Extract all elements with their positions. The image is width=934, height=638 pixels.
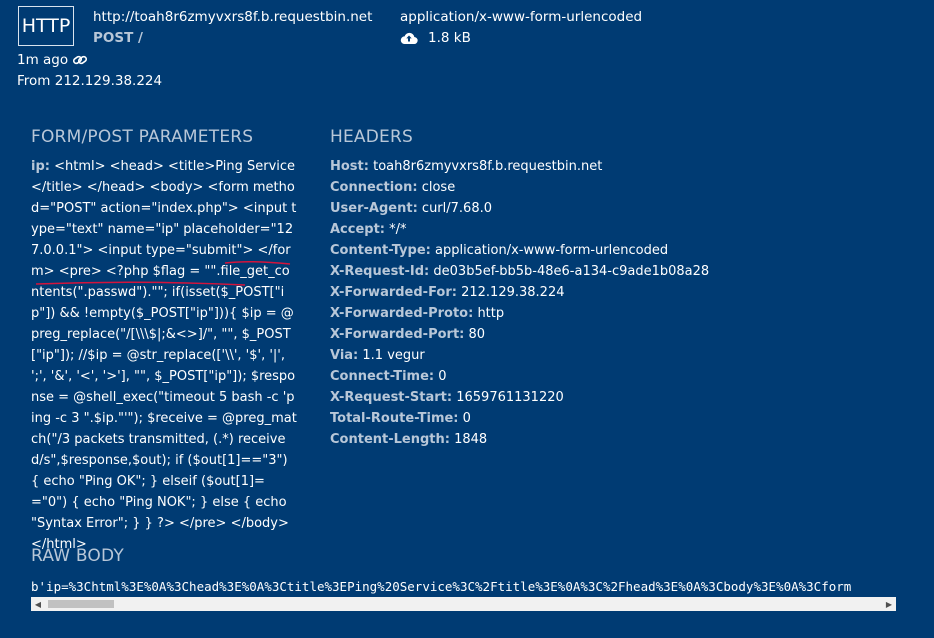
header-value: 80 <box>468 327 486 342</box>
header-key: X-Forwarded-Port: <box>330 327 465 342</box>
request-detail-page: HTTP http://toah8r6zmyvxrs8f.b.requestbi… <box>0 0 934 638</box>
raw-body: b'ip=%3Chtml%3E%0A%3Chead%3E%0A%3Ctitle%… <box>31 576 896 614</box>
header-row: X-Request-Id: de03b5ef-bb5b-48e6-a134-c9… <box>330 261 910 282</box>
header-value: 1848 <box>454 432 488 447</box>
scroll-right-arrow-icon[interactable]: ▶ <box>882 597 896 611</box>
header-value: de03b5ef-bb5b-48e6-a134-c9ade1b08a28 <box>433 264 710 279</box>
param-key: ip: <box>31 159 50 174</box>
cloud-upload-icon <box>400 31 418 45</box>
header-value: 0 <box>462 411 471 426</box>
header-key: User-Agent: <box>330 201 418 216</box>
header-key: Connection: <box>330 180 418 195</box>
form-params-body: ip: <html> <head> <title>Ping Service</t… <box>31 156 297 555</box>
header-key: Accept: <box>330 222 386 237</box>
header-value: 1.1 vegur <box>362 348 425 363</box>
header-value: close <box>421 180 456 195</box>
param-value: <html> <head> <title>Ping Service</title… <box>31 159 297 552</box>
method-label: POST <box>93 30 134 46</box>
header-row: X-Forwarded-For: 212.129.38.224 <box>330 282 910 303</box>
request-url[interactable]: http://toah8r6zmyvxrs8f.b.requestbin.net <box>93 9 372 25</box>
age-text: 1m ago <box>17 52 69 68</box>
header-key: Via: <box>330 348 359 363</box>
request-method: POST / <box>93 30 143 46</box>
http-badge: HTTP <box>18 6 74 46</box>
header-row: Total-Route-Time: 0 <box>330 408 910 429</box>
header-row: Content-Type: application/x-www-form-url… <box>330 240 910 261</box>
header-key: Content-Length: <box>330 432 450 447</box>
headers-heading: HEADERS <box>330 127 413 147</box>
scrollbar-thumb[interactable] <box>48 600 114 608</box>
header-key: X-Forwarded-Proto: <box>330 306 474 321</box>
content-type: application/x-www-form-urlencoded <box>400 9 643 25</box>
request-age: 1m ago <box>17 52 88 68</box>
header-row: Via: 1.1 vegur <box>330 345 910 366</box>
header-row: Accept: */* <box>330 219 910 240</box>
header-row: Connection: close <box>330 177 910 198</box>
request-source-ip: From 212.129.38.224 <box>17 73 163 89</box>
raw-body-text: b'ip=%3Chtml%3E%0A%3Chead%3E%0A%3Ctitle%… <box>31 579 852 594</box>
request-path: / <box>138 30 143 46</box>
horizontal-scrollbar[interactable]: ◀ ▶ <box>31 597 896 611</box>
header-value: curl/7.68.0 <box>421 201 492 216</box>
header-value: application/x-www-form-urlencoded <box>434 243 669 258</box>
header-row: Content-Length: 1848 <box>330 429 910 450</box>
header-row: Connect-Time: 0 <box>330 366 910 387</box>
header-row: X-Forwarded-Port: 80 <box>330 324 910 345</box>
request-size: 1.8 kB <box>400 30 471 46</box>
header-row: Host: toah8r6zmyvxrs8f.b.requestbin.net <box>330 156 910 177</box>
header-key: Connect-Time: <box>330 369 435 384</box>
size-value: 1.8 kB <box>428 30 471 46</box>
header-key: X-Forwarded-For: <box>330 285 457 300</box>
header-key: X-Request-Id: <box>330 264 430 279</box>
header-value: */* <box>389 222 407 237</box>
header-value: 0 <box>438 369 447 384</box>
header-key: Content-Type: <box>330 243 431 258</box>
header-value: toah8r6zmyvxrs8f.b.requestbin.net <box>373 159 603 174</box>
link-icon[interactable] <box>72 53 88 67</box>
header-row: User-Agent: curl/7.68.0 <box>330 198 910 219</box>
header-key: X-Request-Start: <box>330 390 453 405</box>
form-params-heading: FORM/POST PARAMETERS <box>31 127 254 147</box>
header-key: Total-Route-Time: <box>330 411 459 426</box>
raw-body-heading: RAW BODY <box>31 546 124 566</box>
headers-list: Host: toah8r6zmyvxrs8f.b.requestbin.net C… <box>330 156 910 450</box>
header-key: Host: <box>330 159 369 174</box>
header-value: http <box>477 306 505 321</box>
header-row: X-Forwarded-Proto: http <box>330 303 910 324</box>
header-row: X-Request-Start: 1659761131220 <box>330 387 910 408</box>
header-value: 1659761131220 <box>456 390 564 405</box>
header-value: 212.129.38.224 <box>461 285 565 300</box>
scroll-left-arrow-icon[interactable]: ◀ <box>31 597 45 611</box>
